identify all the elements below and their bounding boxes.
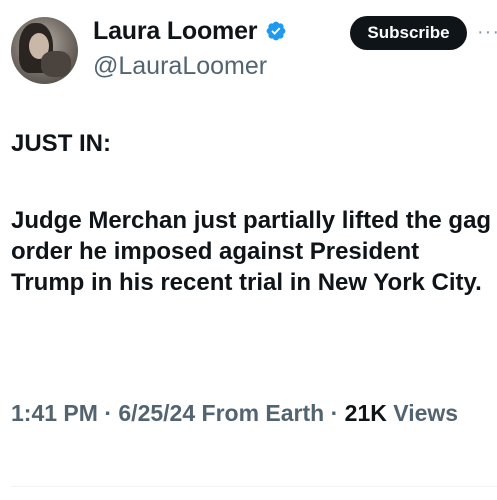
verified-badge-icon (266, 21, 286, 41)
display-name[interactable]: Laura Loomer (93, 17, 258, 46)
author-handle[interactable]: @LauraLoomer (93, 52, 267, 81)
tweet-lead: JUST IN: (11, 130, 112, 157)
meta-separator: · (104, 400, 112, 426)
author-name-row[interactable]: Laura Loomer (93, 14, 287, 48)
avatar-dog (41, 51, 71, 77)
tweet-time[interactable]: 1:41 PM (11, 400, 98, 426)
meta-separator: · (330, 400, 339, 426)
tweet-header: Laura Loomer @LauraLoomer Subscribe ··· (0, 0, 497, 100)
avatar[interactable] (11, 17, 78, 84)
tweet-body: Judge Merchan just partially lifted the … (11, 207, 492, 296)
subscribe-button[interactable]: Subscribe (350, 16, 467, 50)
divider (11, 486, 497, 487)
more-options-icon[interactable]: ··· (477, 22, 497, 42)
tweet-source: From Earth (201, 400, 325, 426)
views-count[interactable]: 21K (345, 400, 387, 426)
tweet-meta: 1:41 PM · 6/25/24 From Earth · 21K Views (11, 398, 481, 428)
tweet-date[interactable]: 6/25/24 (118, 400, 195, 426)
tweet-text: JUST IN: Judge Merchan just partially li… (11, 128, 493, 298)
views-label[interactable]: Views (393, 400, 458, 426)
